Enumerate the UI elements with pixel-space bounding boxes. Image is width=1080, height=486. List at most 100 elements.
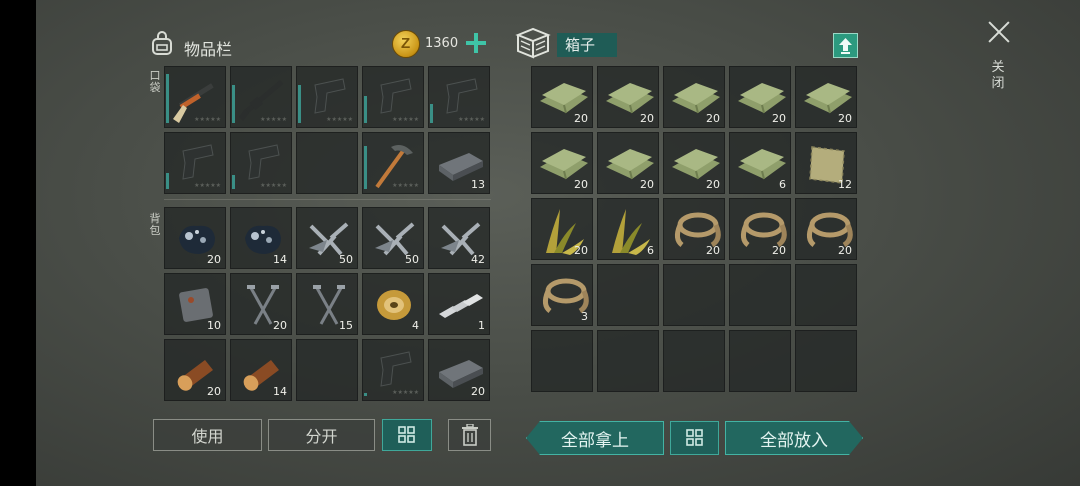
item-count: 14 [273,253,287,266]
quality-stars: ★★★★★ [392,116,419,123]
pocket-label: 口袋 [149,69,161,94]
pocket-slot[interactable]: ★★★★★ [230,132,292,194]
upgrade-button[interactable] [833,33,858,58]
box-sort-button[interactable] [670,421,719,455]
grid-sort-icon [685,429,703,446]
quality-stars: ★★★★★ [260,116,287,123]
backpack-slot[interactable]: ★★★★★ [362,339,424,401]
backpack-slot[interactable]: 10 [164,273,226,335]
durability-bar [232,85,235,123]
box-slot[interactable] [597,264,659,326]
box-slot[interactable]: 6 [729,132,791,194]
pocket-slot[interactable]: ★★★★★ [362,66,424,128]
item-count: 20 [574,244,588,257]
item-count: 20 [574,112,588,125]
box-slot[interactable] [663,264,725,326]
box-slot[interactable] [795,330,857,392]
durability-bar [364,96,367,123]
item-count: 20 [207,253,221,266]
box-slot[interactable] [729,330,791,392]
game-screen: 物品栏 Z 1360 口袋 背包 ★★★★★ ★★★★★ ★★★★★ ★★★★★ ★★★… [0,0,1080,486]
box-slot[interactable]: 6 [597,198,659,260]
box-slot[interactable]: 20 [795,198,857,260]
box-slot[interactable] [531,330,593,392]
item-count: 14 [273,385,287,398]
box-slot[interactable]: 20 [597,132,659,194]
box-slot[interactable] [597,330,659,392]
item-count: 15 [339,319,353,332]
box-slot[interactable]: 20 [729,66,791,128]
backpack-slot[interactable] [296,339,358,401]
sort-button[interactable] [382,419,432,451]
item-count: 3 [581,310,588,323]
inventory-title: 物品栏 [184,40,233,59]
backpack-label: 背包 [149,212,161,237]
add-coins-button[interactable] [466,33,486,53]
box-slot[interactable]: 20 [729,198,791,260]
coin-count: 1360 [425,36,459,51]
quality-stars: ★★★★★ [194,182,221,189]
item-count: 20 [471,385,485,398]
quality-stars: ★★★★★ [260,182,287,189]
close-icon[interactable] [987,20,1011,44]
backpack-slot[interactable]: 20 [230,273,292,335]
box-slot[interactable]: 12 [795,132,857,194]
box-slot[interactable]: 20 [663,132,725,194]
gold-coin-icon: Z [392,30,420,58]
item-count: 4 [412,319,419,332]
box-slot[interactable]: 20 [531,132,593,194]
backpack-slot[interactable]: 14 [230,339,292,401]
quality-stars: ★★★★★ [392,389,419,396]
box-slot[interactable]: 20 [663,66,725,128]
item-count: 20 [772,244,786,257]
trash-button[interactable] [448,419,491,451]
item-count: 1 [478,319,485,332]
backpack-slot[interactable]: 20 [164,339,226,401]
use-button[interactable]: 使用 [153,419,262,451]
box-slot[interactable] [663,330,725,392]
pocket-slot[interactable]: ★★★★★ [230,66,292,128]
pocket-slot[interactable]: ★★★★★ [362,132,424,194]
item-count: 6 [647,244,654,257]
pocket-slot[interactable] [296,132,358,194]
take-all-button[interactable]: 全部拿上 [526,421,664,455]
item-count: 20 [273,319,287,332]
durability-bar [166,173,169,189]
backpack-slot[interactable]: 50 [362,207,424,269]
backpack-slot[interactable]: 50 [296,207,358,269]
up-arrow-icon [839,38,852,54]
item-count: 20 [706,244,720,257]
box-slot[interactable]: 20 [531,198,593,260]
pocket-slot[interactable]: 13 [428,132,490,194]
box-slot[interactable]: 20 [597,66,659,128]
backpack-slot[interactable]: 14 [230,207,292,269]
box-slot[interactable] [795,264,857,326]
pocket-slot[interactable]: ★★★★★ [428,66,490,128]
item-count: 42 [471,253,485,266]
durability-bar [430,104,433,123]
split-button[interactable]: 分开 [268,419,375,451]
box-slot[interactable] [729,264,791,326]
item-count: 50 [339,253,353,266]
item-count: 13 [471,178,485,191]
trash-icon [461,424,478,446]
pocket-slot[interactable]: ★★★★★ [296,66,358,128]
backpack-slot[interactable]: 15 [296,273,358,335]
backpack-slot[interactable]: 42 [428,207,490,269]
quality-stars: ★★★★★ [392,182,419,189]
section-divider [164,199,491,200]
pocket-slot[interactable]: ★★★★★ [164,132,226,194]
pocket-slot[interactable]: ★★★★★ [164,66,226,128]
box-slot[interactable]: 3 [531,264,593,326]
box-slot[interactable]: 20 [795,66,857,128]
backpack-slot[interactable]: 20 [428,339,490,401]
box-slot[interactable]: 20 [531,66,593,128]
backpack-slot[interactable]: 1 [428,273,490,335]
close-label[interactable]: 关闭 [990,60,1006,92]
backpack-slot[interactable]: 4 [362,273,424,335]
item-count: 20 [838,244,852,257]
item-count: 20 [574,178,588,191]
put-all-button[interactable]: 全部放入 [725,421,863,455]
backpack-slot[interactable]: 20 [164,207,226,269]
box-slot[interactable]: 20 [663,198,725,260]
